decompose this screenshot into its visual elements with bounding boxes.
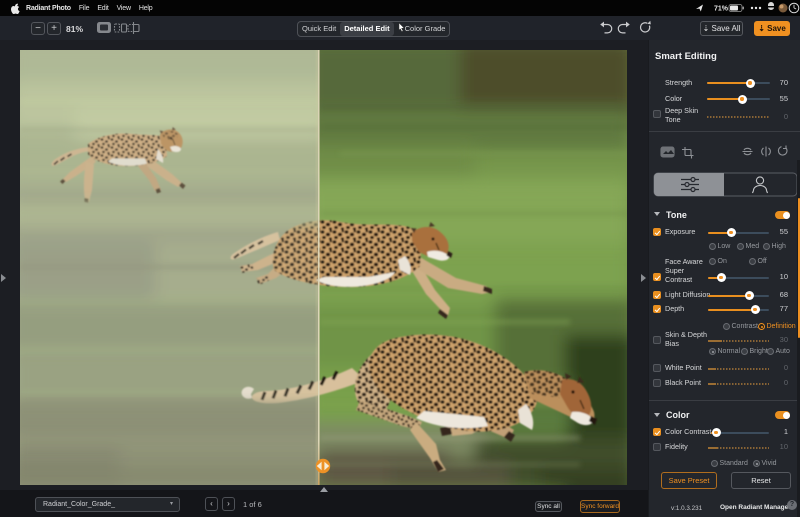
- svg-text:71%: 71%: [714, 6, 729, 13]
